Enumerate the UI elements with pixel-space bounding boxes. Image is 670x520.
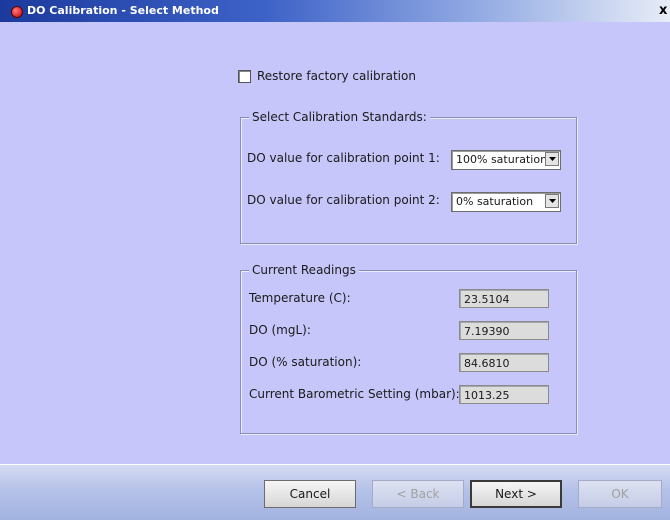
close-icon[interactable]: x	[659, 2, 670, 20]
reading-label: Current Barometric Setting (mbar):	[249, 387, 460, 401]
button-bar: Cancel < Back Next > OK	[0, 464, 670, 520]
next-button[interactable]: Next >	[470, 480, 562, 508]
window-title: DO Calibration - Select Method	[27, 4, 219, 17]
point1-select-value: 100% saturation	[456, 153, 548, 166]
do-saturation-field: 84.6810	[459, 353, 549, 372]
temperature-field: 23.5104	[459, 289, 549, 308]
restore-factory-checkbox[interactable]: Restore factory calibration	[238, 67, 416, 85]
ok-button[interactable]: OK	[578, 480, 662, 508]
point2-select-value: 0% saturation	[456, 195, 534, 208]
chevron-down-icon[interactable]	[545, 152, 559, 166]
point2-label: DO value for calibration point 2:	[247, 193, 440, 207]
calibration-standards-group: Select Calibration Standards: DO value f…	[240, 110, 577, 244]
do-mgl-field: 7.19390	[459, 321, 549, 340]
dialog-content: Restore factory calibration Select Calib…	[0, 22, 670, 464]
point1-label: DO value for calibration point 1:	[247, 151, 440, 165]
current-readings-title: Current Readings	[249, 263, 359, 277]
chevron-down-icon[interactable]	[545, 194, 559, 208]
title-bar: DO Calibration - Select Method x	[0, 0, 670, 22]
point2-select[interactable]: 0% saturation	[451, 192, 561, 212]
cancel-button[interactable]: Cancel	[264, 480, 356, 508]
checkbox-icon[interactable]	[238, 69, 251, 83]
current-readings-group: Current Readings Temperature (C): 23.510…	[240, 263, 577, 434]
calibration-dialog: DO Calibration - Select Method x Restore…	[0, 0, 670, 520]
restore-factory-label: Restore factory calibration	[257, 69, 416, 83]
reading-label: DO (mgL):	[249, 323, 311, 337]
app-icon	[11, 6, 23, 18]
point1-select[interactable]: 100% saturation	[451, 150, 561, 170]
reading-label: Temperature (C):	[249, 291, 351, 305]
barometric-field: 1013.25	[459, 385, 549, 404]
calibration-standards-title: Select Calibration Standards:	[249, 110, 430, 124]
reading-label: DO (% saturation):	[249, 355, 362, 369]
back-button[interactable]: < Back	[372, 480, 464, 508]
